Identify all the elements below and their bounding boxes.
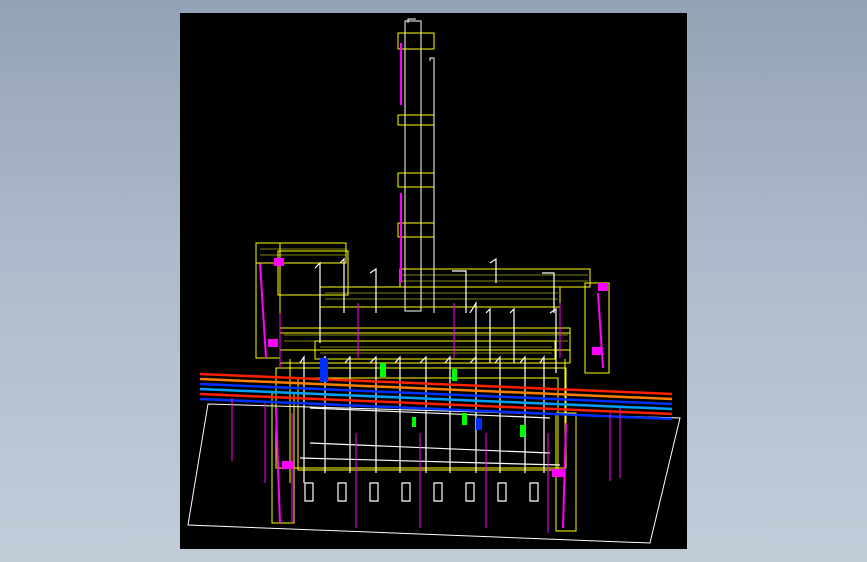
plant-3d-wireframe xyxy=(187,18,681,544)
platform-grating xyxy=(260,248,588,354)
cad-model-viewport[interactable] xyxy=(180,13,687,549)
ground-slab-outline xyxy=(187,403,681,544)
left-stair-tower xyxy=(255,242,610,532)
stair-stringers xyxy=(259,262,604,529)
main-pipe-bundle xyxy=(199,372,673,421)
upper-platforms xyxy=(255,242,591,360)
